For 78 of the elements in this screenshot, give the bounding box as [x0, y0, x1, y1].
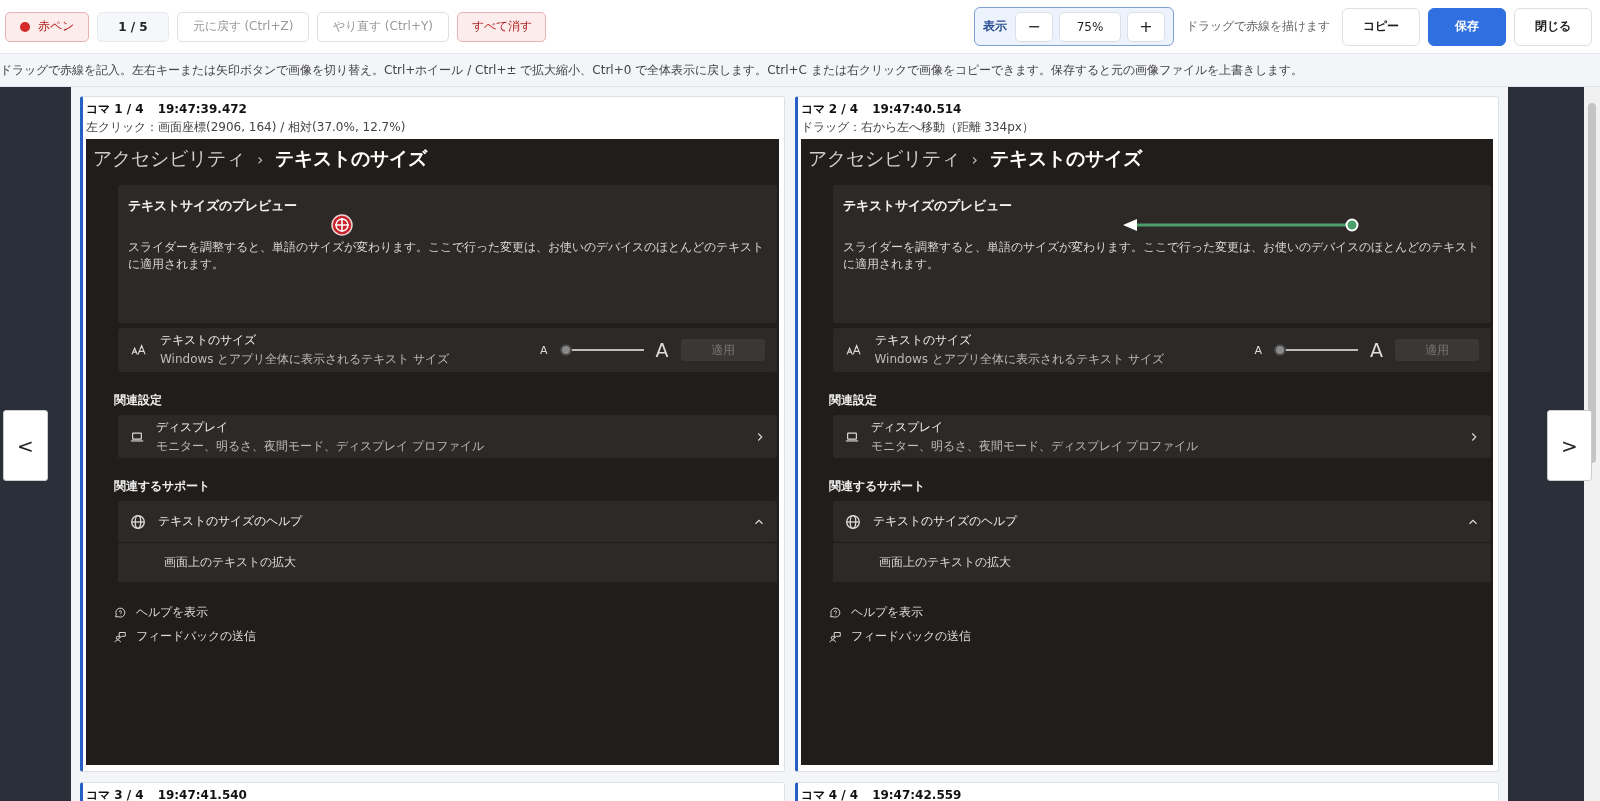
question-bubble-icon [114, 606, 126, 619]
display-row[interactable]: ディスプレイ モニター、明るさ、夜間モード、ディスプレイ プロファイル [832, 415, 1491, 458]
frame-time: 19:47:41.540 [157, 788, 247, 801]
help-text: ドラッグで赤線を記入。左右キーまたは矢印ボタンで画像を切り替え。Ctrl+ホイール / Ctrl+± で拡大縮小、Ctrl+0 で全体表示に戻します。Ctrl+C または右クリックで画像をコピーできます。保存すると元の画像ファイルを上書きします。 [0, 61, 1303, 79]
large-a-label: A [1370, 339, 1383, 361]
breadcrumb-separator: › [971, 149, 978, 169]
row-subtitle: Windows とアプリ全体に表示されるテキスト サイズ [160, 351, 451, 368]
globe-icon [844, 513, 861, 530]
row-title: テキストのサイズ [160, 332, 257, 349]
scrollbar[interactable] [1584, 87, 1600, 801]
page-title: テキストのサイズ [989, 146, 1142, 171]
preview-title: テキストサイズのプレビュー [842, 197, 1013, 215]
row-title: ディスプレイ [870, 418, 944, 436]
small-a-label: A [1254, 343, 1262, 357]
slider-thumb[interactable] [1274, 344, 1286, 356]
action-button[interactable]: 閉じる [1514, 7, 1592, 46]
page-counter: 1 / 5 [97, 11, 169, 42]
help-link[interactable]: フィードバックの送信 [828, 628, 971, 645]
zoom-in-button[interactable]: + [1127, 11, 1165, 42]
globe-icon [130, 513, 146, 530]
section-heading: 関連設定 [114, 392, 163, 409]
breadcrumb-separator: › [257, 149, 264, 169]
frame-detail: 左クリック：画面座標(2906, 164) / 相対(37.0%, 12.7%) [86, 119, 407, 136]
help-link[interactable]: ヘルプを表示 [828, 604, 923, 621]
action-button[interactable]: 保存 [1428, 7, 1506, 46]
preview-text: スライダーを調整すると、単語のサイズが変わります。ここで行った変更は、お使いのデバイスのほとんどのテキストに適用されます。 [842, 239, 1480, 273]
frame-time: 19:47:39.472 [157, 102, 247, 116]
frame-detail: ドラッグ：右から左へ移動（距離 334px） [800, 119, 1035, 136]
frame-time: 19:47:40.514 [872, 102, 962, 116]
display-row[interactable]: ディスプレイ モニター、明るさ、夜間モード、ディスプレイ プロファイル [118, 415, 777, 458]
person-feedback-icon [828, 630, 841, 643]
click-marker-icon [331, 214, 353, 236]
drawing-hint: ドラッグで赤線を描けます [1186, 18, 1330, 35]
zoom-label: 表示 [983, 18, 1007, 35]
help-topic-link[interactable]: 画面上のテキストの拡大 [164, 554, 296, 571]
slider-thumb[interactable] [559, 344, 572, 356]
section-heading: 関連するサポート [114, 478, 211, 495]
text-size-icon [844, 343, 863, 357]
help-topic-link[interactable]: 画面上のテキストの拡大 [878, 554, 1011, 571]
breadcrumb-parent: アクセシビリティ [807, 146, 960, 171]
help-topic-row[interactable]: 画面上のテキストの拡大 [118, 542, 777, 582]
clear-all-button[interactable]: すべて消す [457, 11, 546, 42]
row-subtitle: モニター、明るさ、夜間モード、ディスプレイ プロファイル [870, 437, 1200, 455]
section-heading: 関連するサポート [828, 478, 926, 495]
laptop-icon [844, 429, 859, 444]
breadcrumb-parent: アクセシビリティ [93, 146, 245, 171]
section-heading: 関連設定 [828, 392, 878, 409]
laptop-icon [130, 429, 144, 444]
zoom-out-button[interactable]: − [1015, 11, 1053, 42]
row-title: テキストのサイズのヘルプ [158, 513, 304, 530]
frame-title: コマ 2 / 4 [800, 101, 859, 118]
row-subtitle: モニター、明るさ、夜間モード、ディスプレイ プロファイル [156, 437, 485, 455]
next-button[interactable]: > [1547, 410, 1592, 481]
small-a-label: A [539, 343, 548, 357]
action-button[interactable]: コピー [1342, 7, 1420, 46]
row-title: テキストのサイズ [874, 332, 972, 349]
preview-text: スライダーを調整すると、単語のサイズが変わります。ここで行った変更は、お使いのデバイスのほとんどのテキストに適用されます。 [128, 239, 765, 273]
row-subtitle: Windows とアプリ全体に表示されるテキスト サイズ [874, 351, 1165, 368]
large-a-label: A [655, 339, 669, 361]
frame-title: コマ 4 / 4 [800, 787, 859, 801]
help-topic-row[interactable]: 画面上のテキストの拡大 [832, 542, 1491, 582]
question-bubble-icon [828, 606, 841, 619]
help-row[interactable]: テキストのサイズのヘルプ [118, 501, 777, 542]
pen-tool-button[interactable]: 赤ペン [5, 11, 89, 42]
frame-time: 19:47:42.559 [872, 788, 962, 801]
help-row[interactable]: テキストのサイズのヘルプ [832, 501, 1491, 542]
row-title: ディスプレイ [156, 418, 229, 436]
row-title: テキストのサイズのヘルプ [872, 513, 1019, 530]
person-feedback-icon [114, 630, 126, 643]
frame-title: コマ 1 / 4 [86, 101, 144, 118]
help-link[interactable]: フィードバックの送信 [114, 628, 256, 645]
page-title: テキストのサイズ [275, 146, 428, 171]
zoom-value-field[interactable]: 75% [1059, 11, 1121, 42]
text-size-icon [130, 343, 148, 357]
help-link[interactable]: ヘルプを表示 [114, 604, 208, 621]
previous-button[interactable]: < [3, 410, 48, 481]
preview-title: テキストサイズのプレビュー [128, 197, 298, 215]
frame-title: コマ 3 / 4 [86, 787, 144, 801]
